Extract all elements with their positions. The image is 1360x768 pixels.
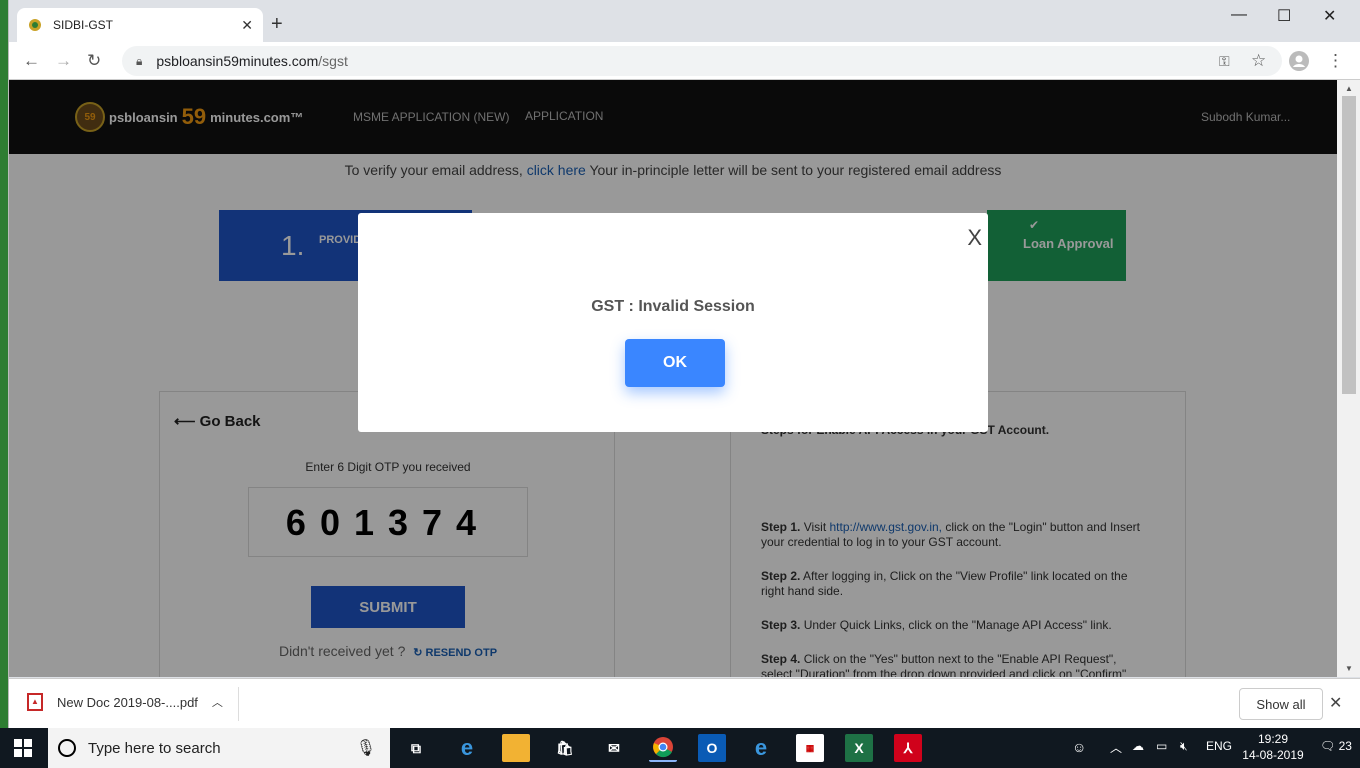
windows-taskbar: Type here to search 🎙︎ ⧉ e 🛍︎ ✉ O e ▦ X … xyxy=(0,728,1360,768)
store-icon[interactable]: 🛍︎ xyxy=(551,734,579,762)
ok-button[interactable]: OK xyxy=(625,339,725,387)
tab-sidbi-gst[interactable]: SIDBI-GST ✕ xyxy=(17,8,263,42)
action-center-icon[interactable]: 🗨︎ 23 xyxy=(1320,739,1352,753)
notification-count: 23 xyxy=(1338,739,1352,753)
windows-start-icon[interactable] xyxy=(14,739,32,757)
chevron-up-icon[interactable]: ︿ xyxy=(212,694,223,710)
scroll-down-icon[interactable]: ▼ xyxy=(1345,664,1353,673)
new-tab-button[interactable]: + xyxy=(271,14,283,34)
volume-muted-icon[interactable]: 🔇︎ xyxy=(1180,739,1188,754)
minimize-icon[interactable]: — xyxy=(1231,6,1247,24)
network-icon[interactable]: ▭ xyxy=(1156,739,1167,753)
browser-window: SIDBI-GST ✕ + — ☐ ✕ ← → ↻ 🔒︎ psbloansin5… xyxy=(8,0,1360,728)
mail-icon[interactable]: ✉ xyxy=(600,734,628,762)
download-item[interactable]: ▲ New Doc 2019-08-....pdf ︿ xyxy=(27,693,223,711)
url-text: psbloansin59minutes.com/sgst xyxy=(156,53,348,69)
cortana-icon xyxy=(58,739,76,757)
file-explorer-icon[interactable] xyxy=(502,734,530,762)
pdf-file-icon: ▲ xyxy=(27,693,43,711)
onedrive-cloud-icon[interactable]: ☁ xyxy=(1132,739,1144,753)
tab-title: SIDBI-GST xyxy=(53,18,114,32)
show-all-button[interactable]: Show all xyxy=(1239,688,1323,720)
scroll-up-icon[interactable]: ▲ xyxy=(1345,84,1353,93)
excel-icon[interactable]: X xyxy=(845,734,873,762)
address-bar[interactable]: 🔒︎ psbloansin59minutes.com/sgst xyxy=(122,46,1282,76)
menu-kebab-icon[interactable]: ⋮ xyxy=(1327,51,1344,71)
tab-close-icon[interactable]: ✕ xyxy=(241,17,253,34)
lock-icon: 🔒︎ xyxy=(136,53,143,68)
download-bar: ▲ New Doc 2019-08-....pdf ︿ Show all ✕ xyxy=(9,678,1360,728)
browser-toolbar: ← → ↻ 🔒︎ psbloansin59minutes.com/sgst ⚿ … xyxy=(9,42,1360,80)
task-view-icon[interactable]: ⧉ xyxy=(402,734,430,762)
dialog-message: GST : Invalid Session xyxy=(591,298,755,315)
acrobat-icon[interactable]: ⅄ xyxy=(894,734,922,762)
dialog-close-button[interactable]: X xyxy=(967,225,982,251)
taskbar-clock[interactable]: 19:29 14-08-2019 xyxy=(1238,731,1308,763)
close-download-bar-icon[interactable]: ✕ xyxy=(1329,693,1342,713)
forward-icon[interactable]: → xyxy=(55,51,72,71)
taskbar-search-box[interactable]: Type here to search 🎙︎ xyxy=(48,728,390,768)
edge-icon[interactable]: e xyxy=(453,734,481,762)
close-window-icon[interactable]: ✕ xyxy=(1323,6,1336,26)
internet-explorer-icon[interactable]: e xyxy=(747,734,775,762)
scroll-thumb[interactable] xyxy=(1342,96,1356,394)
maximize-icon[interactable]: ☐ xyxy=(1277,6,1291,26)
language-indicator[interactable]: ENG xyxy=(1206,739,1232,753)
web-page: 59 psbloansin 59 minutes.com™ MSME APPLICA… xyxy=(9,80,1337,677)
people-icon[interactable]: ☺ xyxy=(1072,739,1086,755)
favicon-icon xyxy=(27,17,43,33)
microphone-icon[interactable]: 🎙︎ xyxy=(356,738,376,758)
chrome-icon[interactable] xyxy=(649,734,677,762)
alert-dialog: X GST : Invalid Session OK xyxy=(358,213,988,432)
star-icon[interactable]: ☆ xyxy=(1251,51,1266,71)
back-icon[interactable]: ← xyxy=(23,51,40,71)
calendar-app-icon[interactable]: ▦ xyxy=(796,734,824,762)
divider xyxy=(238,687,239,721)
page-scrollbar[interactable]: ▲ ▼ xyxy=(1337,80,1360,677)
show-hidden-icons-chevron-up-icon[interactable]: ︿ xyxy=(1110,739,1122,756)
profile-avatar-icon[interactable] xyxy=(1289,51,1309,76)
outlook-icon[interactable]: O xyxy=(698,734,726,762)
reload-icon[interactable]: ↻ xyxy=(87,51,101,71)
tab-strip: SIDBI-GST ✕ + — ☐ ✕ xyxy=(9,0,1360,42)
key-icon[interactable]: ⚿ xyxy=(1219,51,1230,71)
